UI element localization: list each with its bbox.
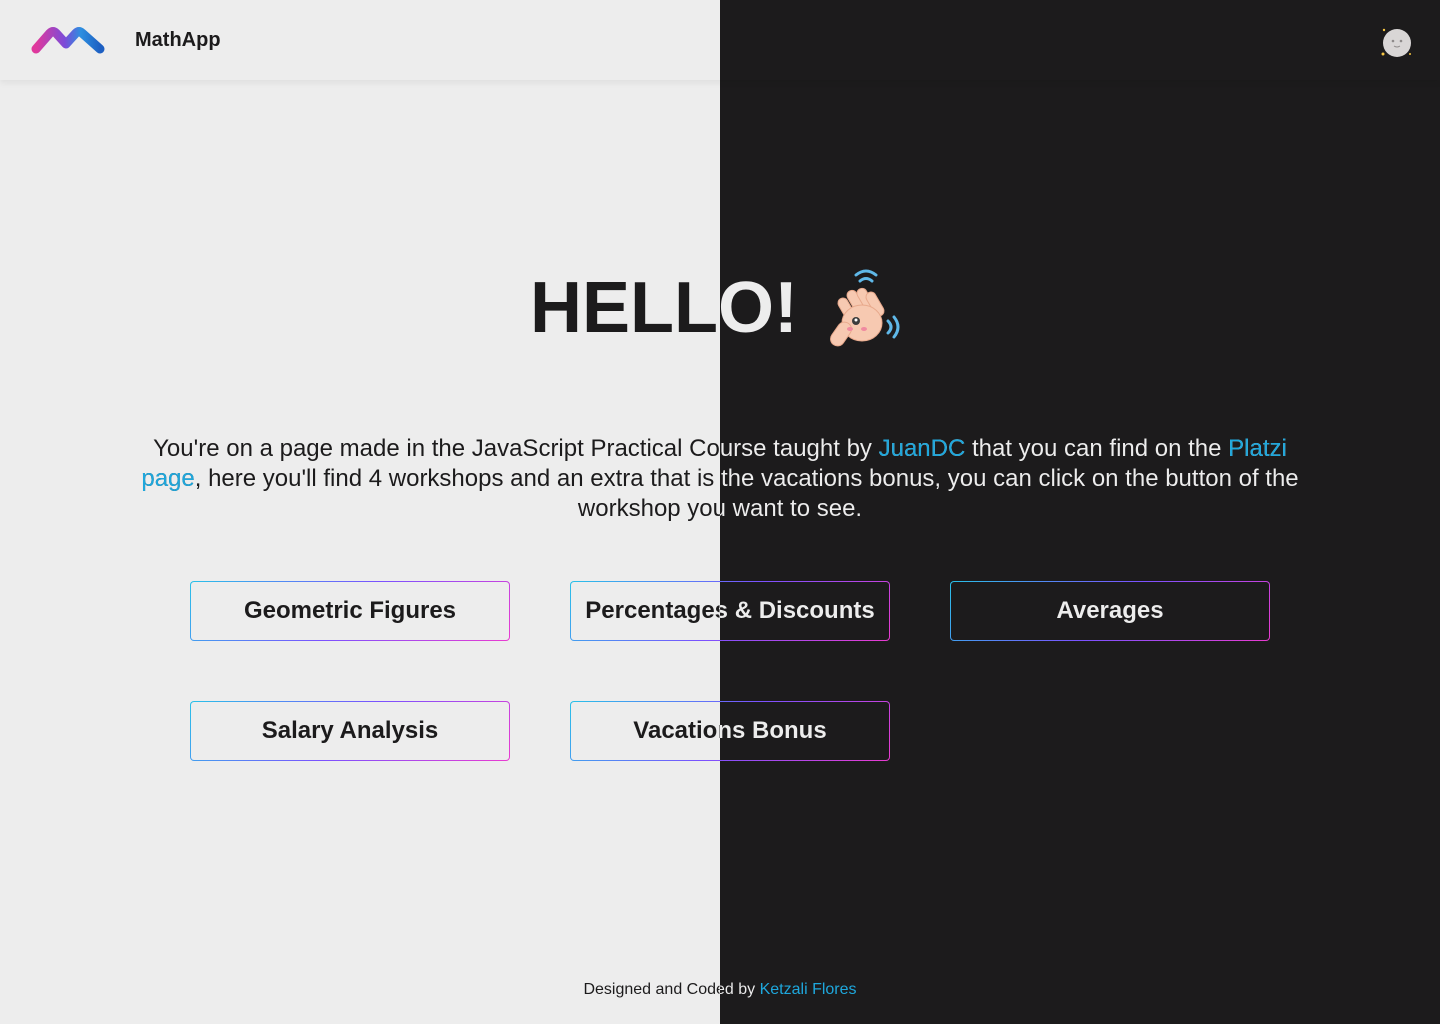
intro-text-1: You're on a page made in the JavaScript … — [153, 435, 879, 462]
button-label: Salary Analysis — [261, 717, 439, 744]
juandc-link[interactable]: JuanDC — [879, 435, 966, 462]
intro-text-2: that you can find on the — [965, 435, 1229, 462]
page-footer: Designed and Coded by Ketzali Flores — [0, 980, 1440, 1000]
hero-greeting: HELLO! — [0, 258, 1440, 358]
button-label: Averages — [1056, 597, 1164, 624]
averages-button[interactable]: Averages — [950, 581, 1270, 641]
mathapp-logo-icon[interactable] — [30, 25, 106, 57]
salary-analysis-button[interactable]: Salary Analysis — [190, 701, 510, 761]
theme-toggle-button[interactable] — [1376, 22, 1416, 62]
moon-icon — [1381, 28, 1411, 57]
footer-credit-text: Designed and Coded by — [583, 981, 760, 998]
intro-paragraph: You're on a page made in the JavaScript … — [125, 434, 1315, 524]
button-label: Geometric Figures — [243, 597, 457, 624]
button-label: Percentages & Discounts — [585, 597, 875, 624]
hero-title: HELLO! — [530, 258, 798, 358]
button-label: Vacations Bonus — [633, 717, 827, 744]
author-link[interactable]: Ketzali Flores — [760, 981, 857, 998]
waving-hand-icon — [830, 269, 900, 347]
intro-text-3: , here you'll find 4 workshops and an ex… — [194, 465, 1299, 522]
app-header: MathApp — [0, 0, 1440, 80]
percentages-discounts-button[interactable]: Percentages & Discounts — [570, 581, 890, 641]
brand-name[interactable]: MathApp — [135, 29, 221, 52]
vacations-bonus-button[interactable]: Vacations Bonus — [570, 701, 890, 761]
geometric-figures-button[interactable]: Geometric Figures — [190, 581, 510, 641]
